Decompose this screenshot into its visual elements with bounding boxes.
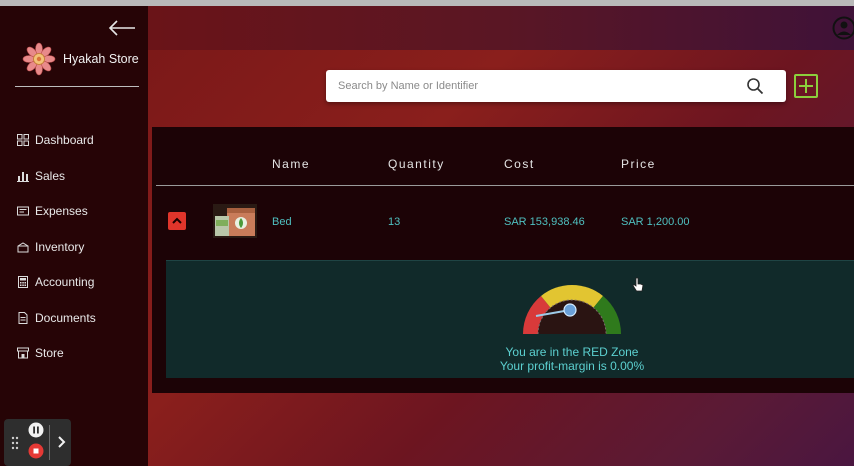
- profit-margin-text: Your profit-margin is 0.00%: [499, 359, 645, 373]
- table-cell-cost: SAR 153,938.46: [504, 216, 585, 228]
- chevron-right-icon[interactable]: [56, 435, 66, 449]
- table-cell-price: SAR 1,200.00: [621, 216, 690, 228]
- recording-controls: [4, 419, 71, 466]
- table-cell-quantity: 13: [388, 216, 401, 228]
- sidebar-item-label: Inventory: [35, 240, 85, 254]
- sidebar-item-accounting[interactable]: Accounting: [17, 272, 94, 292]
- table-header-divider: [156, 185, 854, 186]
- top-bar: [148, 6, 854, 50]
- sidebar-item-documents[interactable]: Documents: [17, 308, 96, 328]
- sidebar-item-label: Documents: [35, 311, 96, 325]
- search-bar: [326, 70, 786, 102]
- sidebar-item-dashboard[interactable]: Dashboard: [17, 130, 94, 150]
- sidebar-item-sales[interactable]: Sales: [17, 166, 65, 186]
- dashboard-grid-icon: [17, 134, 29, 146]
- brand-name: Hyakah Store: [63, 52, 139, 66]
- sidebar: Hyakah Store Dashboard Sales Expenses In…: [0, 6, 148, 466]
- add-item-button[interactable]: [794, 74, 818, 98]
- profit-margin-gauge: [512, 284, 632, 344]
- column-header-price: Price: [621, 157, 656, 171]
- sidebar-divider: [15, 86, 139, 87]
- document-icon: [18, 312, 28, 324]
- pause-icon[interactable]: [28, 422, 44, 438]
- sidebar-item-label: Accounting: [35, 275, 95, 289]
- hand-cursor-icon: [632, 277, 644, 292]
- zone-status-text: You are in the RED Zone: [505, 345, 639, 359]
- sidebar-item-label: Expenses: [35, 204, 88, 218]
- back-arrow-icon[interactable]: [108, 20, 136, 36]
- sidebar-item-inventory[interactable]: Inventory: [17, 237, 84, 257]
- search-input[interactable]: [338, 70, 738, 102]
- sidebar-item-label: Dashboard: [35, 133, 94, 147]
- calculator-icon: [18, 276, 28, 288]
- recorder-divider: [49, 425, 50, 460]
- user-avatar-icon[interactable]: [832, 16, 854, 40]
- sidebar-item-label: Store: [35, 346, 64, 360]
- receipt-icon: [17, 206, 29, 216]
- drag-handle-icon[interactable]: [11, 436, 19, 450]
- storefront-icon: [17, 347, 29, 359]
- column-header-name: Name: [272, 157, 311, 171]
- product-thumbnail: [213, 204, 257, 238]
- sidebar-item-label: Sales: [35, 169, 66, 183]
- search-icon[interactable]: [746, 77, 764, 95]
- plus-icon: [799, 79, 813, 93]
- stop-record-icon[interactable]: [28, 443, 44, 459]
- column-header-cost: Cost: [504, 157, 535, 171]
- collapse-row-button[interactable]: [168, 212, 186, 230]
- bar-chart-icon: [17, 172, 29, 182]
- sidebar-item-store[interactable]: Store: [17, 343, 64, 363]
- chevron-up-icon: [172, 217, 182, 224]
- sidebar-item-expenses[interactable]: Expenses: [17, 201, 88, 221]
- table-cell-name[interactable]: Bed: [272, 216, 292, 228]
- brand-logo-icon: [22, 42, 56, 76]
- box-icon: [17, 242, 29, 253]
- column-header-quantity: Quantity: [388, 157, 445, 171]
